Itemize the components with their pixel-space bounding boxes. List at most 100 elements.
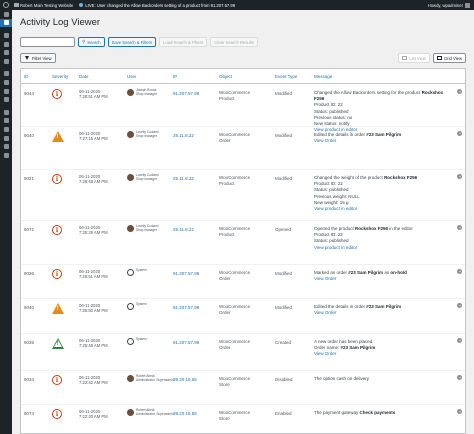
menu-users-icon[interactable] <box>0 125 12 134</box>
row-ip-link[interactable]: 39.20.18.55 <box>173 411 197 416</box>
row-event-type: Modified <box>275 176 293 181</box>
message-link[interactable]: View product in editor <box>314 206 454 212</box>
message-link[interactable]: View product in editor <box>314 245 454 251</box>
row-user-name[interactable]: System <box>136 268 147 273</box>
expand-row-chevron-icon[interactable] <box>457 131 462 136</box>
row-user: Lovelly Cuulami Shop manager <box>127 130 159 139</box>
table-row[interactable]: 9040! 06-11-2020 7:27:15 AM PM Lovelly Cuul… <box>21 127 465 170</box>
row-ip-link[interactable]: 25.11.8.22 <box>173 133 194 138</box>
column-header-ip[interactable]: IP <box>173 74 177 79</box>
message-bold-text: #23 Sam Pilgrim <box>366 304 402 309</box>
message-text: Opened the product <box>314 226 356 231</box>
search-button[interactable]: ⚲ Search <box>78 37 105 47</box>
row-object-line2: Order <box>219 276 231 281</box>
row-user-role: Administrator, Superadmin <box>136 411 174 416</box>
row-ip-link[interactable]: 25.11.8.22 <box>173 227 194 232</box>
menu-products-icon[interactable] <box>0 78 12 87</box>
expand-row-chevron-icon[interactable] <box>457 269 462 274</box>
row-ip-link[interactable]: 91.207.57.99 <box>173 305 199 310</box>
row-date: 06-11-2020 7:28:51 AM PM <box>79 89 108 99</box>
row-user-name[interactable]: System <box>136 302 147 307</box>
menu-pages-icon[interactable] <box>0 48 12 57</box>
row-ip-link[interactable]: 91.207.57.99 <box>173 91 199 96</box>
message-link[interactable]: View Order <box>314 310 454 316</box>
row-ip-link[interactable]: 91.207.57.99 <box>173 340 199 345</box>
list-view-button[interactable]: List View <box>398 53 430 63</box>
wordpress-logo-icon[interactable] <box>0 0 12 10</box>
row-id: 9074 <box>24 411 35 416</box>
message-link[interactable]: View Order <box>314 276 454 282</box>
expand-row-chevron-icon[interactable] <box>457 338 462 343</box>
column-header-message: Message <box>314 74 333 79</box>
column-header-date[interactable]: Date <box>79 74 89 79</box>
row-ip-link[interactable]: 25.11.8.22 <box>173 176 194 181</box>
row-event-type: Modified <box>275 271 293 276</box>
home-icon[interactable] <box>12 3 20 7</box>
row-object: WooCommerce Order <box>219 270 250 282</box>
menu-media-icon[interactable] <box>0 40 12 49</box>
user-avatar <box>127 375 134 382</box>
row-event-type: Modified <box>275 133 293 138</box>
site-name-link[interactable]: Robert Main Testing Website <box>20 3 73 8</box>
row-ip-link[interactable]: 91.207.57.99 <box>173 271 199 276</box>
table-row[interactable]: 9074 i 06-11-2020 7:22:20 AM PM Robert Abela… <box>21 405 465 433</box>
wordpress-system-icon <box>127 338 134 345</box>
message-link[interactable]: View Order <box>314 351 454 357</box>
menu-appearance-icon[interactable] <box>0 108 12 117</box>
list-view-label: List View <box>409 55 426 61</box>
menu-marketing-icon[interactable] <box>0 95 12 104</box>
menu-comments-icon[interactable] <box>0 57 12 66</box>
table-row[interactable]: 9034 i 06-11-2020 7:22:42 AM PM Robert Abela… <box>21 371 465 405</box>
row-message: Opened the product Rockshox F256 in the … <box>314 226 454 251</box>
row-user: Robert Abela Administrator, Superadmin <box>127 374 174 383</box>
save-search-button[interactable]: Save Search & Filters <box>107 37 157 47</box>
table-row[interactable]: 9021 i 06-11-2020 7:26:48 AM PM Lovelly Cuul… <box>21 170 465 221</box>
row-id: 9040 <box>24 305 35 310</box>
menu-woocommerce-icon[interactable] <box>0 70 12 79</box>
menu-activity-log-icon[interactable] <box>0 18 12 28</box>
menu-plugins-icon[interactable] <box>0 117 12 126</box>
row-object-line2: Store <box>219 416 230 421</box>
menu-posts-icon[interactable] <box>0 31 12 40</box>
column-header-user[interactable]: User <box>127 74 137 79</box>
expand-row-chevron-icon[interactable] <box>457 89 462 94</box>
row-object: WooCommerce Order <box>219 339 250 351</box>
expand-row-chevron-icon[interactable] <box>457 375 462 380</box>
clear-search-button[interactable]: Clear Search Results <box>210 37 258 47</box>
message-link[interactable]: View Order <box>314 138 454 144</box>
expand-row-chevron-icon[interactable] <box>457 174 462 179</box>
message-text: Edited the details in order <box>314 304 367 309</box>
column-header-object[interactable]: Object <box>219 74 232 79</box>
grid-view-button[interactable]: Grid View <box>432 53 466 63</box>
menu-collapse-icon[interactable] <box>0 151 12 160</box>
live-notification[interactable]: LIVE: User changed the Allow Backorders … <box>79 3 235 8</box>
filter-view-button[interactable]: Filter View <box>20 53 57 63</box>
row-ip-link[interactable]: 39.20.18.55 <box>173 377 197 382</box>
menu-dashboard-icon[interactable] <box>0 10 12 19</box>
expand-row-chevron-icon[interactable] <box>457 409 462 414</box>
table-row[interactable]: 9035! 06-11-2020 7:25:49 AM PM System 91.207… <box>21 334 465 371</box>
menu-analytics-icon[interactable] <box>0 87 12 96</box>
column-header-severity[interactable]: Severity <box>52 74 68 79</box>
table-row[interactable]: 9040! 06-11-2020 7:25:50 AM PM System 91.207… <box>21 299 465 334</box>
info-severity-icon: i <box>52 409 62 419</box>
message-bold-text: #23 Sam Pilgrim <box>340 345 376 351</box>
expand-row-chevron-icon[interactable] <box>457 225 462 230</box>
table-row[interactable]: 9036 i 06-11-2020 7:25:51 AM PM System 91.207… <box>21 265 465 299</box>
message-bold-text: #23 Sam Pilgrim <box>366 132 402 137</box>
table-row[interactable]: 9044 i 06-11-2020 7:28:51 AM PM Joseph Rouse… <box>21 85 465 132</box>
menu-settings-icon[interactable] <box>0 142 12 151</box>
menu-tools-icon[interactable] <box>0 134 12 143</box>
column-header-event-type[interactable]: Event Type <box>275 74 297 79</box>
expand-row-chevron-icon[interactable] <box>457 303 462 308</box>
column-header-id[interactable]: ID <box>24 74 29 79</box>
row-user-name[interactable]: System <box>136 337 147 342</box>
search-input[interactable] <box>20 37 75 47</box>
row-event-type: Modified <box>275 305 293 310</box>
row-user: Lovelly Cuulami Shop manager <box>127 224 159 233</box>
user-avatar <box>127 225 134 232</box>
table-row[interactable]: 9072 i 06-11-2020 7:25:29 AM PM Lovelly Cuul… <box>21 221 465 265</box>
load-search-button[interactable]: Load Search & Filters <box>159 37 208 47</box>
user-menu[interactable]: Howdy, wpadminer <box>428 2 470 8</box>
row-user-role: Shop manager <box>136 133 157 138</box>
